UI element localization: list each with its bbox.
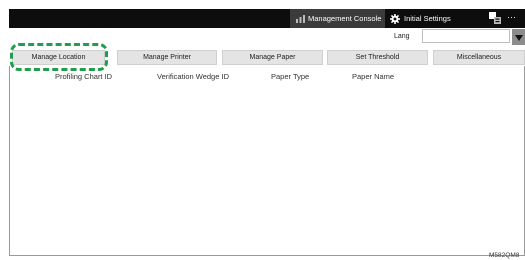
initial-settings-button[interactable]: Initial Settings bbox=[390, 9, 451, 28]
more-menu-button[interactable]: ··· bbox=[507, 12, 516, 22]
chart-icon bbox=[296, 14, 305, 23]
column-header-profiling-chart-id[interactable]: Profiling Chart ID bbox=[55, 72, 112, 81]
language-select[interactable] bbox=[422, 29, 510, 43]
language-dropdown-button[interactable] bbox=[512, 29, 525, 45]
management-console-label: Management Console bbox=[308, 14, 382, 23]
tab-set-threshold[interactable]: Set Threshold bbox=[327, 50, 428, 65]
top-bar: Management Console Initial Settings ··· … bbox=[9, 9, 525, 28]
tab-miscellaneous[interactable]: Miscellaneous bbox=[433, 50, 525, 65]
tab-manage-paper[interactable]: Manage Paper bbox=[222, 50, 323, 65]
tab-manage-printer[interactable]: Manage Printer bbox=[117, 50, 217, 65]
gear-icon bbox=[390, 13, 400, 24]
column-header-paper-type[interactable]: Paper Type bbox=[271, 72, 309, 81]
figure-caption: M582QM8 bbox=[489, 252, 520, 259]
language-label: Lang bbox=[394, 33, 410, 40]
initial-settings-label: Initial Settings bbox=[404, 14, 451, 23]
language-icon[interactable] bbox=[489, 12, 501, 25]
column-header-verification-wedge-id[interactable]: Verification Wedge ID bbox=[157, 72, 229, 81]
management-console-button[interactable]: Management Console bbox=[290, 9, 385, 28]
column-header-paper-name[interactable]: Paper Name bbox=[352, 72, 394, 81]
location-table bbox=[9, 66, 525, 256]
triangle-down-icon bbox=[514, 28, 523, 46]
